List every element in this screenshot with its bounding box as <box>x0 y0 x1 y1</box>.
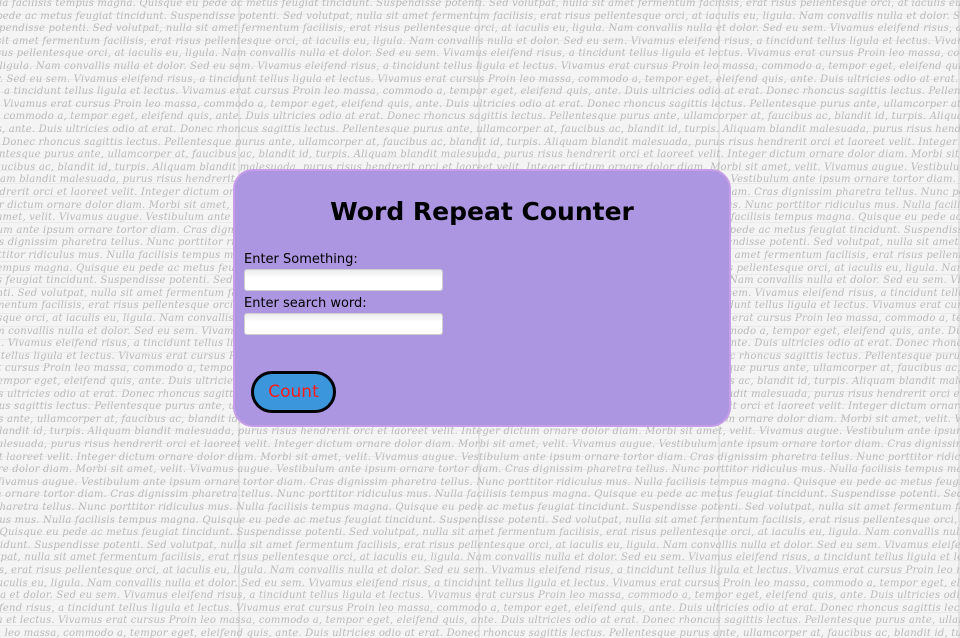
background-text-line: rat. Donec rhoncus sagittis lectus. Pell… <box>0 136 960 148</box>
background-text-line: m pharetra tellus. Nunc porttitor ridicu… <box>0 502 960 513</box>
background-text-line: sum ornare tortor diam. Cras dignissim p… <box>0 489 960 501</box>
text-input[interactable] <box>244 269 443 291</box>
background-text-line: ilisis, erat risus pellentesque orci, at… <box>0 565 960 576</box>
text-input-label: Enter Something: <box>244 252 358 267</box>
search-word-label: Enter search word: <box>244 296 367 311</box>
background-text-line: nulla et dolor. Sed eu sem. Vivamus elei… <box>0 590 960 602</box>
background-text-line: eleifend risus, a tincidunt tellus ligul… <box>0 602 960 614</box>
word-counter-panel: Word Repeat Counter Enter Something: Ent… <box>233 169 731 427</box>
background-text-line: olutpat, nulla sit amet fermentum facili… <box>0 552 960 564</box>
background-text-line: eu, ligula. Nam convallis nulla et dolor… <box>0 61 960 72</box>
background-text-line: olor. Sed eu sem. Vivamus eleifend risus… <box>0 73 960 85</box>
background-text-line: sus, a tincidunt tellus ligula et lectus… <box>0 86 960 98</box>
background-text-line: Suspendisse potenti. Sed volutpat, nulla… <box>0 23 960 35</box>
page-title: Word Repeat Counter <box>330 197 634 226</box>
background-text-line: roin leo massa, commodo a, tempor eget, … <box>0 628 960 638</box>
background-text-line: lla sit amet fermentum facilisis, erat r… <box>0 35 960 47</box>
background-text-line: gula et lectus. Vivamus erat cursus Proi… <box>0 615 960 627</box>
background-text-line: it. Vivamus augue. Vestibulum ante ipsum… <box>0 476 960 488</box>
background-text-line: eu pede ac metus feugiat tincidunt. Susp… <box>0 10 960 22</box>
background-text-line: Nulla facilisis tempus magna. Quisque eu… <box>0 0 960 9</box>
background-text-line: ci et laoreet velit. Integer dictum orna… <box>0 451 960 463</box>
background-text-line: at iaculis eu, ligula. Nam convallis nul… <box>0 577 960 589</box>
background-text-line: rnare dolor diam. Morbi sit amet, velit.… <box>0 464 960 476</box>
background-text-line: ssa, commodo a, tempor eget, eleifend qu… <box>0 111 960 123</box>
background-text-line: t risus pellentesque orci, at iaculis eu… <box>0 48 960 60</box>
background-text-line: quis, ante. Duis ultricies odio at erat.… <box>0 124 960 135</box>
background-text-line: t malesuada, purus risus hendrerit orci … <box>0 439 960 450</box>
search-word-input[interactable] <box>244 313 443 335</box>
background-text-line: tincidunt. Suspendisse potenti. Sed volu… <box>0 539 960 551</box>
background-text-line: ellentesque purus ante, ullamcorper at, … <box>0 149 960 161</box>
background-text-line: tus. Vivamus erat cursus Proin leo massa… <box>0 98 960 110</box>
background-text-line: na. Quisque eu pede ac metus feugiat tin… <box>0 527 960 539</box>
count-button[interactable]: Count <box>251 371 336 413</box>
background-text-line: iculus mus. Nulla facilisis tempus magna… <box>0 514 960 526</box>
background-text-line: c, blandit id, turpis. Aliquam blandit m… <box>0 426 960 438</box>
